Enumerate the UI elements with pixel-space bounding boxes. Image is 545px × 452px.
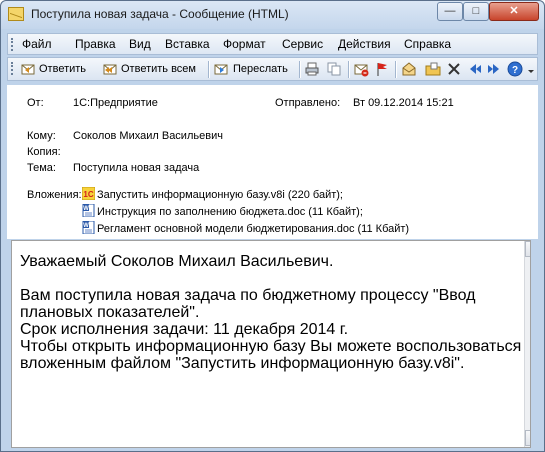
svg-text:W: W [83, 206, 89, 212]
menu-edit[interactable]: Правка [75, 37, 116, 51]
toolbar-separator [348, 61, 349, 78]
svg-text:1С: 1С [83, 190, 93, 199]
menu-insert[interactable]: Вставка [165, 37, 210, 51]
next-item-icon[interactable] [486, 61, 502, 77]
menu-format[interactable]: Формат [223, 37, 266, 51]
attachments-label: Вложения: [27, 189, 82, 201]
vertical-scrollbar[interactable]: ▲ ▼ [524, 241, 530, 447]
attachment-name: Инструкция по заполнению бюджета.doc (11… [97, 206, 363, 218]
word-document-icon: W [82, 221, 95, 234]
toolbar-options-icon[interactable] [526, 61, 536, 77]
menu-bar: Файл Правка Вид Вставка Формат Сервис Де… [7, 33, 538, 55]
from-label: От: [27, 97, 44, 109]
scroll-up-icon[interactable]: ▲ [525, 241, 530, 257]
toolbar-separator [208, 61, 209, 78]
attachment-item[interactable]: W Регламент основной модели бюджетирован… [82, 221, 409, 236]
flag-icon[interactable] [374, 61, 390, 77]
attachment-item[interactable]: 1С Запустить информационную базу.v8i (22… [82, 187, 343, 202]
attachment-name: Запустить информационную базу.v8i (220 б… [97, 189, 343, 201]
body-line: Чтобы открыть информационную базу Вы мож… [20, 338, 522, 355]
body-line: вложенным файлом "Запустить информационн… [20, 355, 465, 372]
to-label: Кому: [27, 130, 56, 142]
svg-text:?: ? [512, 65, 518, 76]
message-body[interactable]: Уважаемый Соколов Михаил Васильевич. Вам… [11, 240, 531, 448]
delete-icon[interactable] [446, 61, 462, 77]
message-header: От: 1С:Предприятие Отправлено: Вт 09.12.… [7, 85, 538, 239]
cc-label: Копия: [27, 146, 61, 158]
title-bar[interactable]: Поступила новая задача - Сообщение (HTML… [1, 1, 544, 29]
window-title: Поступила новая задача - Сообщение (HTML… [31, 7, 289, 21]
maximize-button[interactable]: □ [463, 2, 489, 21]
menu-view[interactable]: Вид [129, 37, 151, 51]
subject-label: Тема: [27, 162, 56, 174]
help-icon[interactable]: ? [507, 61, 523, 77]
reply-button[interactable]: Ответить [39, 61, 86, 79]
forward-icon [214, 64, 228, 75]
menu-help[interactable]: Справка [404, 37, 451, 51]
minimize-button[interactable]: — [437, 2, 463, 21]
standard-toolbar: Ответить Ответить всем Переслать ? [7, 57, 538, 81]
subject-value: Поступила новая задача [73, 162, 200, 174]
move-to-folder-icon[interactable] [425, 61, 441, 77]
attachment-name: Регламент основной модели бюджетирования… [97, 223, 410, 235]
copy-icon[interactable] [326, 61, 342, 77]
reply-icon [21, 64, 35, 75]
junk-mail-icon[interactable] [353, 61, 369, 77]
menu-file[interactable]: Файл [22, 37, 52, 51]
message-window: Поступила новая задача - Сообщение (HTML… [0, 0, 545, 452]
toolbar-separator [395, 61, 396, 78]
sent-label: Отправлено: [275, 97, 341, 109]
menu-actions[interactable]: Действия [338, 37, 391, 51]
reply-all-icon [103, 64, 117, 75]
1c-file-icon: 1С [82, 187, 95, 200]
body-line: Вам поступила новая задача по бюджетному… [20, 287, 476, 304]
print-icon[interactable] [304, 61, 320, 77]
body-line: Уважаемый Соколов Михаил Васильевич. [20, 253, 334, 270]
menu-tools[interactable]: Сервис [282, 37, 323, 51]
attachment-item[interactable]: W Инструкция по заполнению бюджета.doc (… [82, 204, 363, 219]
close-button[interactable]: ✕ [489, 2, 539, 21]
envelope-icon [8, 7, 24, 21]
toolbar-grip[interactable] [11, 38, 14, 51]
body-line: плановых показателей". [20, 304, 200, 321]
body-line [20, 270, 530, 287]
svg-text:W: W [83, 223, 89, 229]
previous-item-icon[interactable] [467, 61, 483, 77]
from-value[interactable]: 1С:Предприятие [73, 97, 158, 109]
scroll-down-icon[interactable]: ▼ [525, 430, 530, 446]
sent-value: Вт 09.12.2014 15:21 [353, 97, 454, 109]
to-value[interactable]: Соколов Михаил Васильевич [73, 130, 223, 142]
word-document-icon: W [82, 204, 95, 217]
forward-button[interactable]: Переслать [233, 61, 288, 79]
toolbar-separator [299, 61, 300, 78]
open-envelope-icon[interactable] [401, 61, 417, 77]
body-line: Срок исполнения задачи: 11 декабря 2014 … [20, 321, 349, 338]
toolbar-grip[interactable] [11, 62, 14, 75]
reply-all-button[interactable]: Ответить всем [121, 61, 196, 79]
message-body-text: Уважаемый Соколов Михаил Васильевич. Вам… [20, 253, 530, 372]
